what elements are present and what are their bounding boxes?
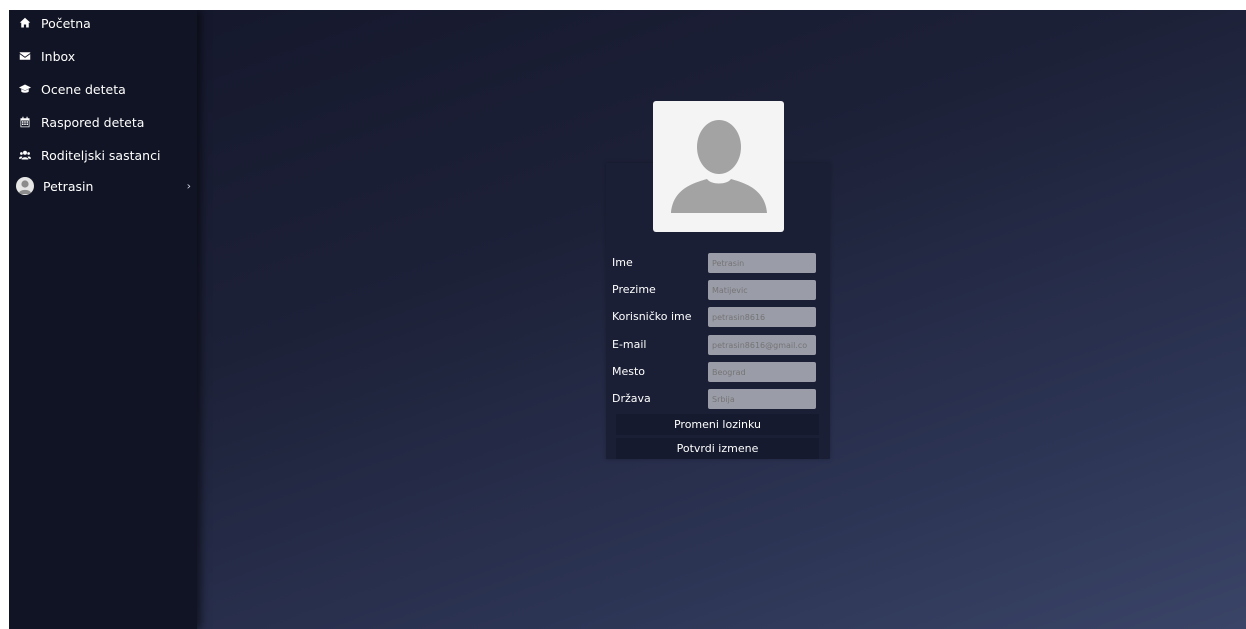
person-silhouette-icon bbox=[671, 120, 767, 213]
field-row-email: E-mail bbox=[612, 335, 822, 355]
field-row-drzava: Država bbox=[612, 389, 822, 409]
field-label: Mesto bbox=[612, 365, 646, 378]
sidebar-item-label: Roditeljski sastanci bbox=[41, 147, 161, 163]
sidebar: Početna Inbox Ocene deteta Raspored dete… bbox=[9, 10, 197, 629]
username-input[interactable] bbox=[708, 307, 816, 327]
sidebar-item-label: Početna bbox=[41, 15, 91, 31]
chevron-right-icon: › bbox=[186, 179, 191, 193]
home-icon bbox=[17, 15, 33, 31]
graduation-cap-icon bbox=[17, 81, 33, 97]
sidebar-item-label: Ocene deteta bbox=[41, 81, 126, 97]
mesto-input[interactable] bbox=[708, 362, 816, 382]
email-input[interactable] bbox=[708, 335, 816, 355]
users-icon bbox=[17, 147, 33, 163]
envelope-icon bbox=[17, 48, 33, 64]
field-row-ime: Ime bbox=[612, 253, 822, 273]
sidebar-item-user[interactable]: Petrasin › bbox=[9, 174, 197, 198]
ime-input[interactable] bbox=[708, 253, 816, 273]
field-label: Država bbox=[612, 392, 651, 405]
sidebar-user-name: Petrasin bbox=[43, 178, 94, 194]
sidebar-item-roditeljski-sastanci[interactable]: Roditeljski sastanci bbox=[9, 143, 197, 167]
sidebar-item-raspored-deteta[interactable]: Raspored deteta bbox=[9, 110, 197, 134]
sidebar-item-label: Raspored deteta bbox=[41, 114, 145, 130]
calendar-icon bbox=[17, 114, 33, 130]
field-label: Ime bbox=[612, 256, 633, 269]
field-label: Prezime bbox=[612, 283, 656, 296]
user-avatar-icon bbox=[16, 177, 34, 195]
sidebar-item-label: Inbox bbox=[41, 48, 76, 64]
prezime-input[interactable] bbox=[708, 280, 816, 300]
field-row-prezime: Prezime bbox=[612, 280, 822, 300]
field-label: E-mail bbox=[612, 338, 647, 351]
drzava-input[interactable] bbox=[708, 389, 816, 409]
profile-photo-placeholder bbox=[653, 101, 784, 232]
sidebar-item-inbox[interactable]: Inbox bbox=[9, 44, 197, 68]
field-row-korisnicko-ime: Korisničko ime bbox=[612, 307, 822, 327]
field-row-mesto: Mesto bbox=[612, 362, 822, 382]
change-password-button[interactable]: Promeni lozinku bbox=[616, 414, 819, 435]
sidebar-item-ocene-deteta[interactable]: Ocene deteta bbox=[9, 77, 197, 101]
confirm-changes-button[interactable]: Potvrdi izmene bbox=[616, 438, 819, 459]
field-label: Korisničko ime bbox=[612, 310, 692, 323]
sidebar-item-pocetna[interactable]: Početna bbox=[9, 11, 197, 35]
